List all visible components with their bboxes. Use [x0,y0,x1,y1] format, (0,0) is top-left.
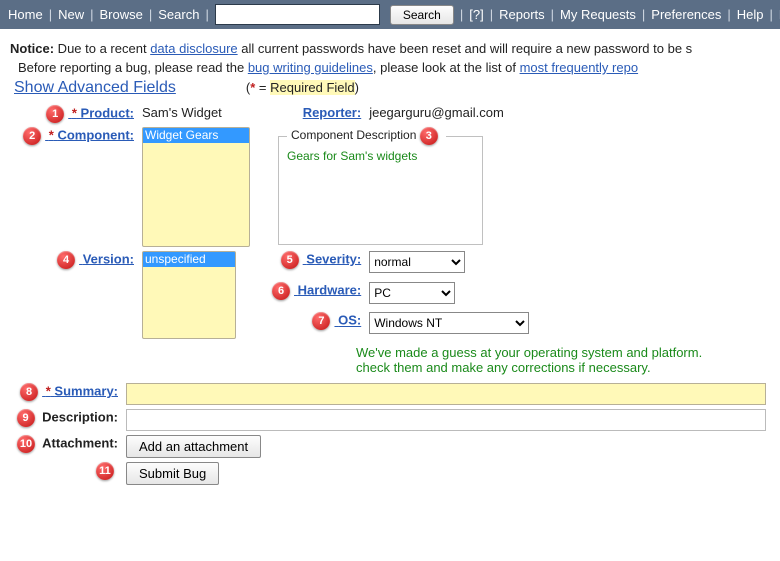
step-3-pill: 3 [420,127,438,145]
required-field-note: (* = Required Field) [246,80,359,95]
reporter-label[interactable]: Reporter: [303,105,362,120]
component-label[interactable]: Component: [57,127,134,142]
attachment-label: Attachment: [42,435,118,450]
os-select[interactable]: Windows NT [369,312,529,334]
summary-label[interactable]: Summary: [54,383,118,398]
submit-bug-button[interactable]: Submit Bug [126,462,219,485]
version-select[interactable]: unspecified [142,251,236,339]
hardware-select[interactable]: PC [369,282,455,304]
version-label[interactable]: Version: [83,251,134,266]
search-button[interactable]: Search [390,5,454,25]
notice-line-1: Notice: Due to a recent data disclosure … [10,41,770,56]
show-advanced-fields-link[interactable]: Show Advanced Fields [14,79,176,97]
data-disclosure-link[interactable]: data disclosure [150,41,237,56]
os-label[interactable]: OS: [338,313,361,328]
product-value: Sam's Widget [142,105,222,120]
product-label[interactable]: Product: [81,105,134,120]
severity-select[interactable]: normal [369,251,465,273]
nav-search-link[interactable]: Search [158,7,199,22]
nav-preferences[interactable]: Preferences [651,7,721,22]
step-8-pill: 8 [20,383,38,401]
step-6-pill: 6 [272,282,290,300]
step-9-pill: 9 [17,409,35,427]
step-10-pill: 10 [17,435,35,453]
notice-line-2: Before reporting a bug, please read the … [18,60,770,75]
nav-help[interactable]: Help [737,7,764,22]
severity-label[interactable]: Severity: [306,251,361,266]
nav-my-requests[interactable]: My Requests [560,7,636,22]
nav-browse[interactable]: Browse [99,7,142,22]
nav-home[interactable]: Home [8,7,43,22]
bug-writing-guidelines-link[interactable]: bug writing guidelines [248,60,373,75]
step-11-pill: 11 [96,462,114,480]
step-1-pill: 1 [46,105,64,123]
reporter-value: jeegarguru@gmail.com [369,105,504,120]
nav-help-q[interactable]: [?] [469,7,483,22]
description-label: Description: [42,409,118,424]
description-input[interactable] [126,409,766,431]
nav-new[interactable]: New [58,7,84,22]
summary-input[interactable] [126,383,766,405]
step-7-pill: 7 [312,312,330,330]
component-description-text: Gears for Sam's widgets [287,149,474,163]
most-frequently-link[interactable]: most frequently repo [520,60,639,75]
hardware-label[interactable]: Hardware: [298,282,362,297]
step-5-pill: 5 [281,251,299,269]
nav-reports[interactable]: Reports [499,7,545,22]
step-4-pill: 4 [57,251,75,269]
component-select[interactable]: Widget Gears [142,127,250,247]
add-attachment-button[interactable]: Add an attachment [126,435,261,458]
search-input[interactable] [215,4,380,25]
top-nav: Home| New| Browse| Search| Search | [?]|… [0,0,780,29]
component-description-box: Component Description 3 Gears for Sam's … [278,127,483,245]
step-2-pill: 2 [23,127,41,145]
os-guess-note: We've made a guess at your operating sys… [356,345,770,375]
